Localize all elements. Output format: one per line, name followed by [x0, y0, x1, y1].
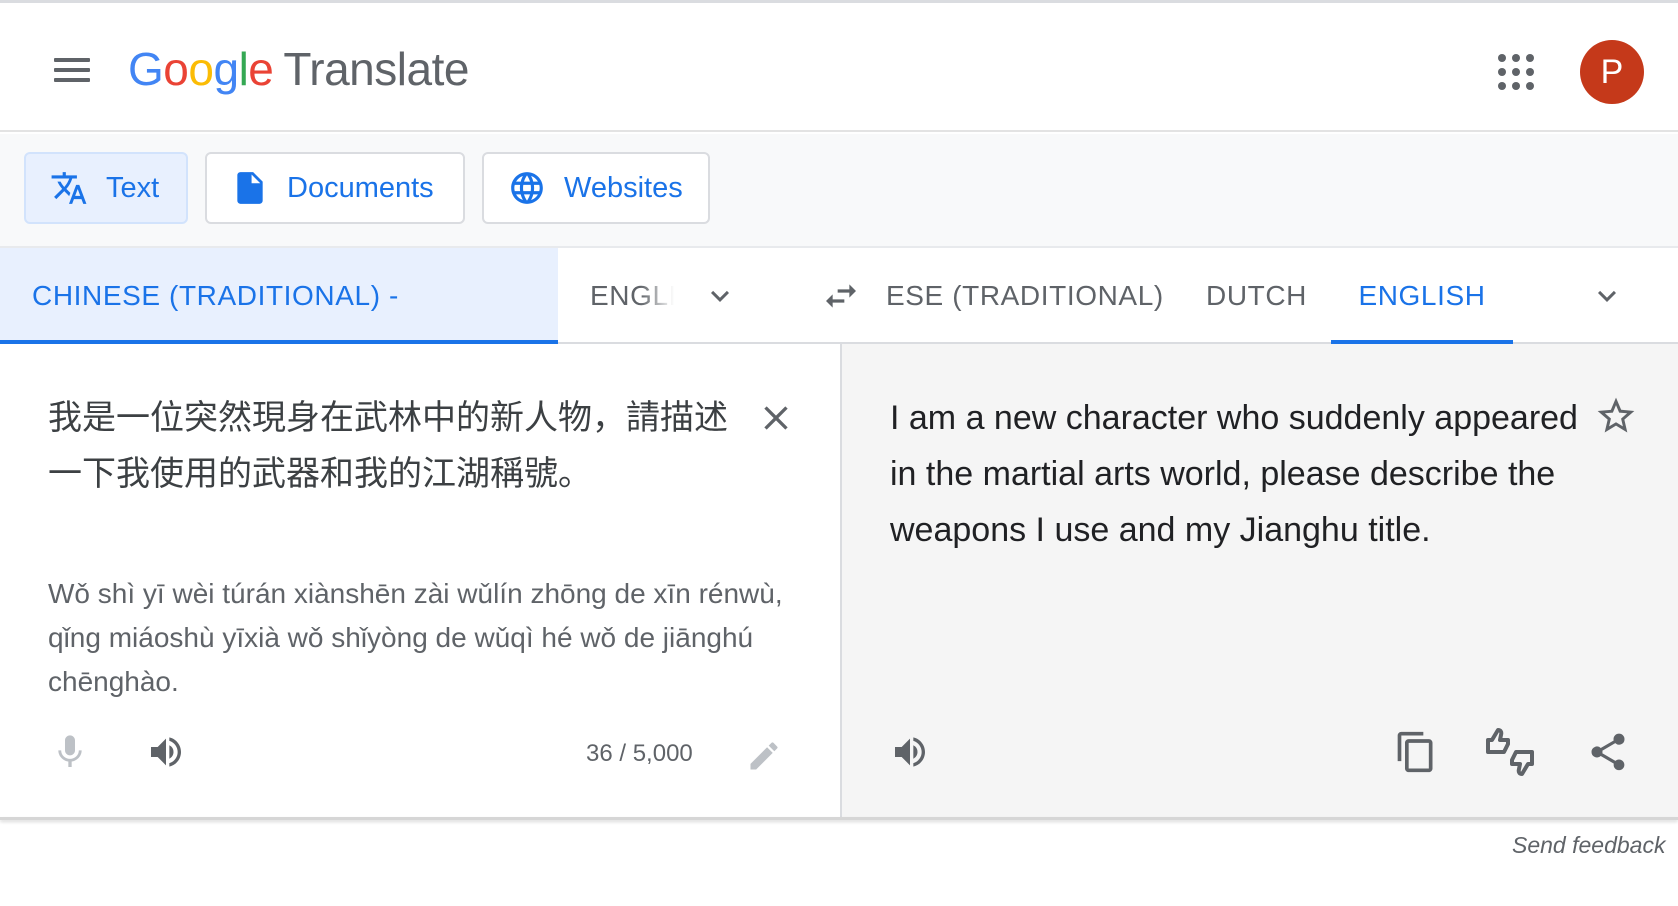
document-icon: [237, 172, 263, 204]
logo-letter: g: [213, 43, 239, 95]
character-count: 36 / 5,000: [586, 740, 693, 767]
speaker-icon[interactable]: [144, 732, 188, 772]
menu-icon-bar: [54, 58, 90, 62]
google-apps-button[interactable]: [1496, 52, 1536, 92]
chevron-down-icon[interactable]: [1589, 278, 1625, 314]
apps-grid-icon-dot: [1526, 68, 1534, 76]
source-panel: 我是一位突然現身在武林中的新人物，請描述一下我使用的武器和我的江湖稱號。 Wǒ …: [0, 344, 842, 818]
panel-bottom-shadow: [0, 817, 1678, 820]
product-name: Translate: [283, 43, 469, 95]
speaker-icon[interactable]: [888, 732, 932, 772]
google-translate-logo[interactable]: Google Translate: [128, 42, 469, 96]
mode-documents-label: Documents: [287, 171, 434, 204]
app-header: Google Translate P: [0, 4, 1678, 132]
logo-letter: G: [128, 43, 164, 95]
apps-grid-icon-dot: [1498, 68, 1506, 76]
apps-grid-icon-dot: [1498, 54, 1506, 62]
translation-mode-bar: Text Documents Websites: [0, 134, 1678, 246]
logo-letter: l: [238, 43, 249, 95]
mode-websites-label: Websites: [564, 171, 683, 204]
logo-letter: o: [163, 43, 189, 95]
swap-languages-icon[interactable]: [818, 276, 864, 316]
mode-websites-button[interactable]: Websites: [482, 152, 710, 224]
target-language-tab-dutch[interactable]: DUTCH: [1206, 248, 1316, 344]
source-text-input[interactable]: 我是一位突然現身在武林中的新人物，請描述一下我使用的武器和我的江湖稱號。: [48, 390, 728, 502]
apps-grid-icon-dot: [1512, 68, 1520, 76]
pencil-icon[interactable]: [746, 738, 782, 774]
main-menu-button[interactable]: [48, 48, 96, 92]
mode-documents-button[interactable]: Documents: [205, 152, 465, 224]
star-icon[interactable]: [1594, 394, 1638, 438]
mode-text-label: Text: [106, 171, 160, 204]
rate-translation-icon[interactable]: [1484, 728, 1536, 776]
apps-grid-icon-dot: [1512, 82, 1520, 90]
menu-icon-bar: [54, 78, 90, 82]
source-language-detected-tab[interactable]: CHINESE (TRADITIONAL) - DETECTED: [0, 248, 558, 407]
share-icon[interactable]: [1586, 730, 1630, 774]
source-language-tab-english[interactable]: ENGLI: [590, 248, 674, 344]
logo-letter: o: [188, 43, 214, 95]
apps-grid-icon-dot: [1498, 82, 1506, 90]
target-language-tab-chinese-traditional[interactable]: ESE (TRADITIONAL): [886, 248, 1176, 344]
apps-grid-icon-dot: [1526, 82, 1534, 90]
mode-text-button[interactable]: Text: [24, 152, 188, 224]
apps-grid-icon-dot: [1512, 54, 1520, 62]
send-feedback-link[interactable]: Send feedback: [1512, 832, 1665, 859]
apps-grid-icon-dot: [1526, 54, 1534, 62]
translate-icon: [51, 172, 87, 204]
logo-letter: e: [248, 43, 274, 95]
source-transliteration: Wǒ shì yī wèi túrán xiànshēn zài wǔlín z…: [48, 578, 783, 697]
chevron-down-icon[interactable]: [702, 278, 738, 314]
translation-output: I am a new character who suddenly appear…: [890, 399, 1578, 549]
close-icon[interactable]: [756, 398, 796, 438]
target-panel: I am a new character who suddenly appear…: [842, 344, 1678, 818]
globe-icon: [511, 172, 543, 204]
microphone-icon[interactable]: [50, 730, 90, 774]
target-language-tab-english[interactable]: ENGLISH: [1331, 248, 1513, 344]
account-avatar[interactable]: P: [1580, 40, 1644, 104]
copy-icon[interactable]: [1394, 728, 1438, 776]
menu-icon-bar: [54, 68, 90, 72]
